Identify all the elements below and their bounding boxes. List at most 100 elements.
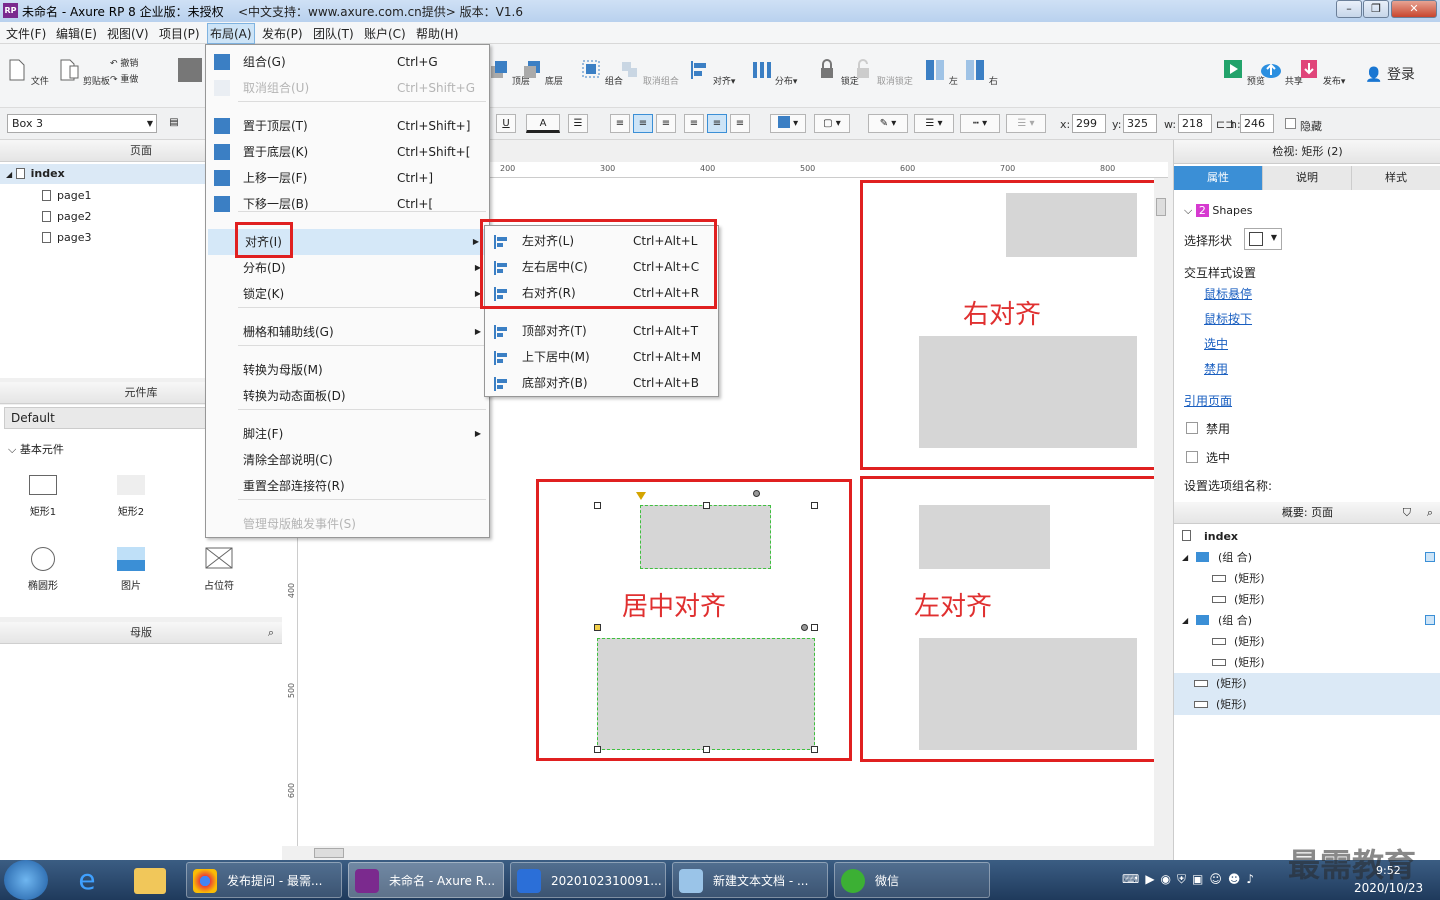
layout-menu-item[interactable]: 分布(D) ▶ [206,255,489,281]
layout-menu-item[interactable]: 管理母版触发事件(S) [206,511,489,537]
widget-ellipse[interactable]: 椭圆形 [13,547,73,592]
undo-button[interactable]: ↶ 撤销 [110,56,150,69]
shape-rect[interactable] [919,336,1137,448]
vertical-scrollbar[interactable] [1154,178,1168,846]
resize-handle[interactable] [811,746,818,753]
menu-publish[interactable]: 发布(P) [260,25,305,42]
layout-menu-item[interactable]: 锁定(K) ▶ [206,281,489,307]
widget-placeholder[interactable]: 占位符 [189,547,249,592]
preview-button[interactable]: 预览 [1222,58,1265,87]
menu-view[interactable]: 视图(V) [105,25,151,42]
shape-rect[interactable] [1006,193,1137,257]
shape-rect[interactable] [919,505,1050,569]
line-color-button[interactable]: ✎ ▾ [868,114,908,133]
tray-icons[interactable]: ⌨▶◉⛨▣☺☻♪ [1122,872,1260,887]
clipboard-button[interactable]: 剪贴板 [58,58,110,87]
arrow-style-button[interactable]: ☰ ▾ [1006,114,1046,133]
outline-row[interactable]: (矩形) [1174,652,1440,673]
outline-row[interactable]: (矩形) [1174,631,1440,652]
layout-menu-item[interactable]: 上移一层(F) Ctrl+] [206,165,489,191]
group-button[interactable]: 组合 [580,58,623,87]
taskbar-item-axure[interactable]: 未命名 - Axure R... [348,862,504,898]
publish-button[interactable]: 发布▾ [1298,58,1345,87]
taskbar-item-browser[interactable]: 发布提问 - 最需... [186,862,342,898]
x-input[interactable]: 299 [1072,114,1106,133]
align-menu-item[interactable]: 顶部对齐(T) Ctrl+Alt+T [485,318,718,344]
align-menu-item[interactable]: 上下居中(M) Ctrl+Alt+M [485,344,718,370]
y-input[interactable]: 325 [1123,114,1157,133]
scroll-thumb[interactable] [314,848,344,858]
mouseover-link[interactable]: 鼠标悬停 [1204,285,1252,302]
shape-rect[interactable] [919,638,1137,750]
selected-rect[interactable] [640,505,771,569]
corner-radius-handle[interactable] [801,624,808,631]
align-left-text-icon[interactable]: ≡ [610,114,630,133]
widget-name-select[interactable]: Box 3 ▼ [7,114,157,133]
menu-account[interactable]: 账户(C) [362,25,408,42]
valign-top-icon[interactable]: ≡ [684,114,704,133]
layout-menu-item[interactable]: 重置全部连接符(R) [206,473,489,499]
tab-notes[interactable]: 说明 [1263,166,1352,190]
shapes-row[interactable]: ⌵ 2 Shapes [1184,204,1253,218]
w-input[interactable]: 218 [1178,114,1212,133]
layout-menu-item[interactable]: 取消组合(U) Ctrl+Shift+G [206,75,489,101]
share-button[interactable]: 共享 [1260,58,1303,87]
maximize-button[interactable]: ❐ [1363,0,1389,18]
layout-menu-item[interactable]: 组合(G) Ctrl+G [206,49,489,75]
menu-edit[interactable]: 编辑(E) [54,25,99,42]
valign-bottom-icon[interactable]: ≡ [730,114,750,133]
layout-menu-item[interactable]: 脚注(F) ▶ [206,421,489,447]
align-menu-item[interactable]: 底部对齐(B) Ctrl+Alt+B [485,370,718,396]
font-color-button[interactable]: A [526,114,560,133]
mousedown-link[interactable]: 鼠标按下 [1204,310,1252,327]
style-icon[interactable]: ▤ [164,114,184,133]
outline-row[interactable]: (矩形) [1174,568,1440,589]
unlock-button[interactable]: 取消锁定 [852,58,913,87]
lock-button[interactable]: 锁定 [816,58,859,87]
taskbar-item-word[interactable]: 2020102310091... [510,862,666,898]
ref-page-link[interactable]: 引用页面 [1184,392,1232,409]
outline-row[interactable]: ◢ (组 合) [1174,547,1440,568]
select-mode-button[interactable] [178,58,202,82]
visibility-toggle-icon[interactable] [1425,552,1435,562]
layout-menu-item[interactable]: 置于顶层(T) Ctrl+Shift+] [206,113,489,139]
line-style-button[interactable]: ┅ ▾ [960,114,1000,133]
menu-layout[interactable]: 布局(A) [207,23,255,44]
start-button[interactable] [4,860,48,900]
folder-icon[interactable] [134,868,166,894]
selected-rect[interactable] [597,638,815,750]
menu-file[interactable]: 文件(F) [4,25,48,42]
resize-handle[interactable] [594,502,601,509]
library-section[interactable]: ⌵ 基本元件 [8,441,64,457]
widget-image[interactable]: 图片 [101,547,161,592]
tab-style[interactable]: 样式 [1352,166,1440,190]
search-icon[interactable]: ⌕ [1427,502,1433,524]
distribute-button[interactable]: 分布▾ [750,58,797,87]
minimize-button[interactable]: – [1336,0,1362,18]
layout-menu-item[interactable]: 下移一层(B) Ctrl+[ [206,191,489,217]
close-button[interactable]: ✕ [1391,0,1437,18]
triangle-handle-icon[interactable] [636,492,646,500]
resize-handle[interactable] [811,502,818,509]
menu-help[interactable]: 帮助(H) [414,25,460,42]
underline-button[interactable]: U [496,114,516,133]
taskbar-item-wechat[interactable]: 微信 [834,862,990,898]
bring-top-button[interactable]: 顶层 [487,58,530,87]
tab-properties[interactable]: 属性 [1174,166,1263,190]
align-button[interactable]: 对齐▾ [688,58,735,87]
visibility-toggle-icon[interactable] [1425,615,1435,625]
layout-menu-item[interactable]: 栅格和辅助线(G) ▶ [206,319,489,345]
right-button[interactable]: 右 [964,58,998,87]
left-button[interactable]: 左 [924,58,958,87]
send-bottom-button[interactable]: 底层 [520,58,563,87]
shadow-button[interactable]: ▢ ▾ [814,114,850,133]
ie-icon[interactable]: e [70,866,104,896]
search-icon[interactable]: ⌕ [268,622,274,643]
outline-row[interactable]: (矩形) [1174,673,1440,694]
valign-middle-icon[interactable]: ≡ [707,114,727,133]
outline-row[interactable]: (矩形) [1174,589,1440,610]
disabled-link[interactable]: 禁用 [1204,360,1228,377]
menu-project[interactable]: 项目(P) [157,25,202,42]
resize-handle[interactable] [703,502,710,509]
resize-handle[interactable] [594,746,601,753]
